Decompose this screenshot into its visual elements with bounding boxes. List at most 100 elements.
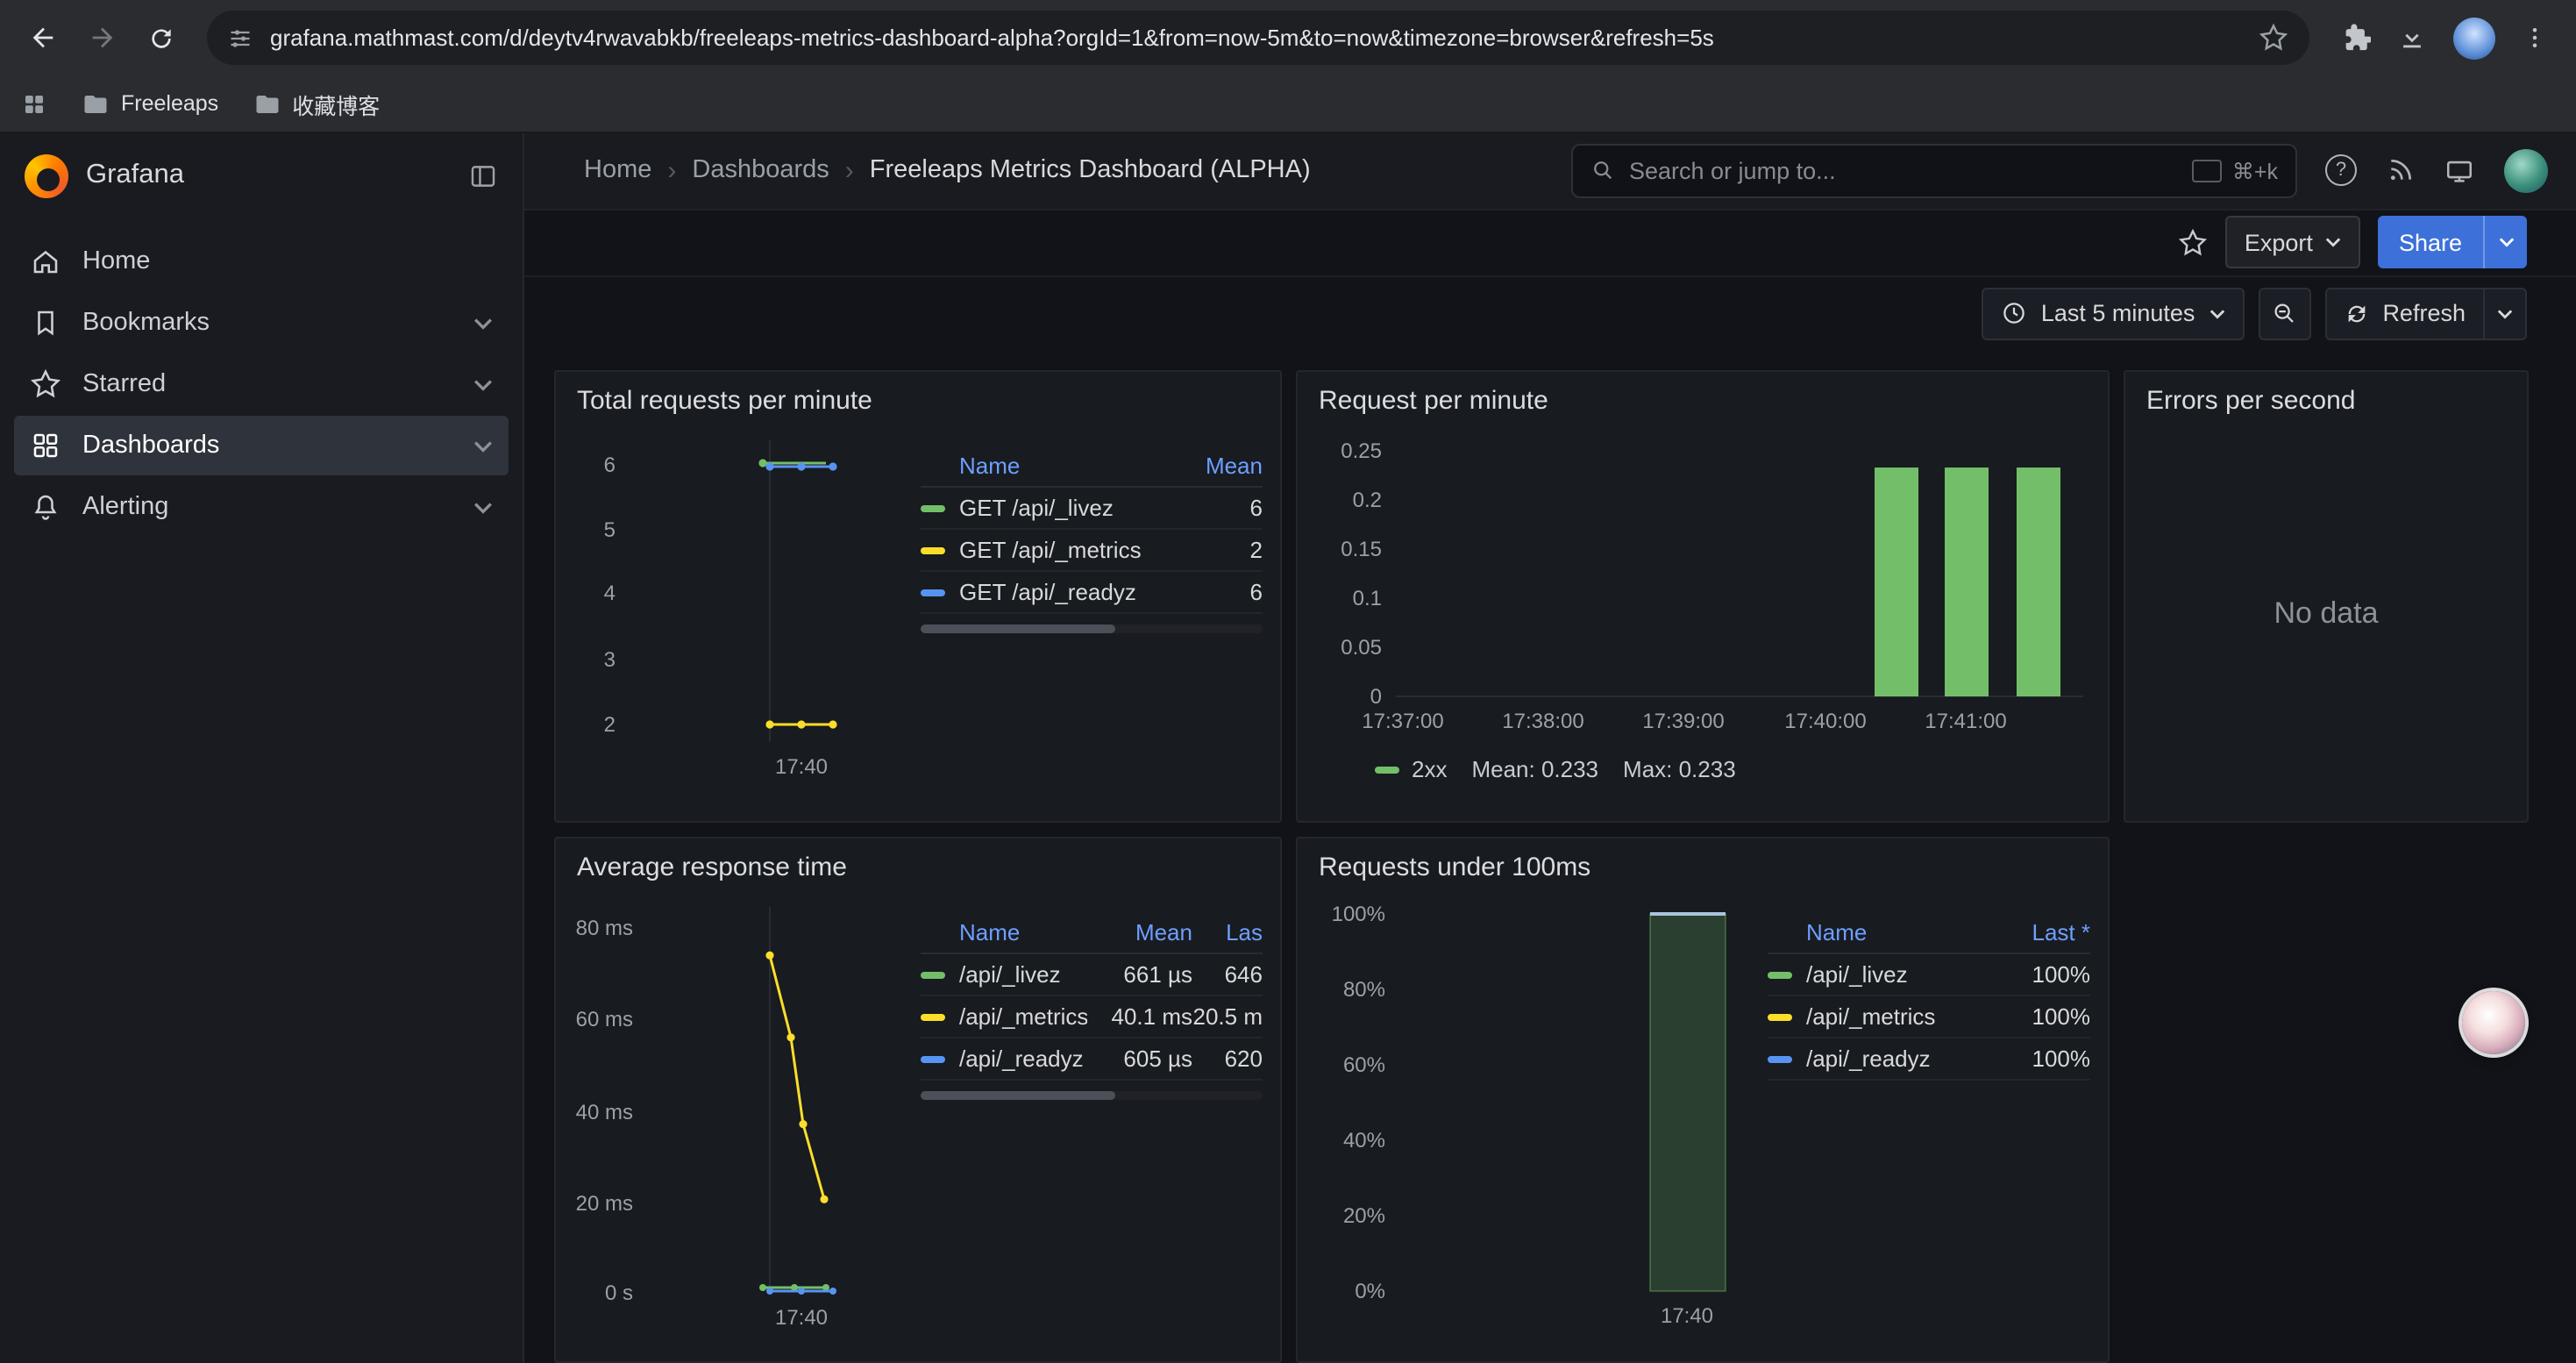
svg-text:0.05: 0.05 — [1341, 636, 1382, 660]
series-name[interactable]: /api/_metrics — [959, 1003, 1087, 1030]
svg-text:0%: 0% — [1355, 1280, 1385, 1303]
back-icon[interactable] — [14, 10, 70, 66]
series-name[interactable]: /api/_metrics — [1806, 1003, 2010, 1030]
user-avatar[interactable] — [2504, 149, 2548, 193]
series-color-dash — [921, 971, 945, 978]
address-bar[interactable]: grafana.mathmast.com/d/deytv4rwavabkb/fr… — [207, 11, 2309, 65]
series-color-dash — [1768, 1055, 1792, 1062]
series-color-dash — [921, 546, 945, 553]
assistant-avatar[interactable] — [2462, 991, 2525, 1054]
series-color-dash — [921, 504, 945, 511]
svg-text:3: 3 — [604, 648, 616, 672]
svg-text:80 ms: 80 ms — [576, 917, 633, 940]
series-name[interactable]: /api/_readyz — [959, 1045, 1087, 1072]
no-data-message: No data — [2143, 416, 2509, 810]
forward-icon[interactable] — [74, 10, 130, 66]
help-icon[interactable]: ? — [2325, 155, 2357, 187]
scrollbar-thumb[interactable] — [921, 1091, 1115, 1100]
series-name[interactable]: /api/_livez — [1806, 961, 2010, 988]
grafana-logo[interactable] — [25, 153, 68, 197]
panel-title[interactable]: Total requests per minute — [577, 386, 1263, 416]
refresh-button[interactable]: Refresh — [2324, 287, 2485, 339]
bell-icon — [30, 491, 61, 523]
chevron-down-icon — [473, 378, 493, 390]
extensions-icon[interactable] — [2341, 23, 2371, 53]
monitor-icon[interactable] — [2444, 156, 2474, 186]
series-mean: 661 µs — [1087, 961, 1192, 988]
svg-text:60%: 60% — [1343, 1053, 1385, 1077]
refresh-interval-caret[interactable] — [2485, 287, 2527, 339]
scrollbar-thumb[interactable] — [921, 624, 1115, 633]
legend-header-last[interactable]: Las — [1192, 918, 1263, 945]
svg-text:40 ms: 40 ms — [576, 1101, 633, 1124]
dashboard-grid: Total requests per minute 6543217:40 Nam… — [524, 349, 2576, 1363]
site-info-icon[interactable] — [228, 25, 253, 50]
legend-header-mean[interactable]: Mean — [1087, 918, 1192, 945]
panel-title[interactable]: Average response time — [577, 853, 1263, 882]
bookmark-item-freeleaps[interactable]: Freeleaps — [82, 90, 218, 117]
brand-name: Grafana — [86, 160, 184, 191]
dock-sidebar-icon[interactable] — [468, 161, 498, 190]
folder-icon — [253, 90, 280, 117]
series-name[interactable]: /api/_readyz — [1806, 1045, 2010, 1072]
series-name[interactable]: /api/_livez — [959, 961, 1087, 988]
legend-header-mean[interactable]: Mean — [1182, 452, 1263, 478]
time-range-picker[interactable]: Last 5 minutes — [1982, 287, 2245, 339]
series-last: 100% — [2010, 961, 2090, 988]
legend-header-name[interactable]: Name — [1768, 918, 2010, 945]
panel-title[interactable]: Requests under 100ms — [1319, 853, 2090, 882]
panel-title[interactable]: Errors per second — [2146, 386, 2509, 416]
series-mean: 605 µs — [1087, 1045, 1192, 1072]
panel-row-2: Average response time 80 ms60 ms40 ms20 … — [554, 837, 2527, 1363]
bookmark-label: Freeleaps — [121, 91, 218, 116]
reload-icon[interactable] — [133, 10, 189, 66]
average-response-chart: 80 ms60 ms40 ms20 ms0 s17:40 — [573, 886, 907, 1328]
browser-menu-icon[interactable] — [2522, 25, 2548, 51]
series-color-dash — [1768, 1013, 1792, 1020]
svg-text:20%: 20% — [1343, 1204, 1385, 1228]
series-name[interactable]: GET /api/_readyz — [959, 579, 1182, 605]
svg-text:17:41:00: 17:41:00 — [1925, 710, 2006, 733]
breadcrumb-dashboards[interactable]: Dashboards — [692, 157, 829, 185]
legend-header-last[interactable]: Last * — [2010, 918, 2090, 945]
apps-grid-icon[interactable] — [21, 90, 47, 117]
caret-down-icon — [2209, 308, 2224, 318]
zoom-out-button[interactable] — [2258, 287, 2310, 339]
series-name[interactable]: GET /api/_metrics — [959, 537, 1182, 563]
browser-profile-avatar[interactable] — [2453, 17, 2495, 59]
series-name[interactable]: GET /api/_livez — [959, 495, 1182, 521]
sidebar-item-bookmarks[interactable]: Bookmarks — [14, 293, 509, 353]
legend-header-name[interactable]: Name — [921, 452, 1182, 478]
share-button[interactable]: Share — [2378, 217, 2483, 269]
zoom-out-icon — [2271, 300, 2297, 326]
search-input[interactable]: Search or jump to... ⌘+k — [1571, 144, 2297, 198]
legend-header-name[interactable]: Name — [921, 918, 1087, 945]
svg-text:17:38:00: 17:38:00 — [1502, 710, 1583, 733]
clock-icon — [2001, 300, 2027, 326]
legend-row: GET /api/_livez 6 — [921, 488, 1263, 530]
panel-title[interactable]: Request per minute — [1319, 386, 2090, 416]
breadcrumb-home[interactable]: Home — [584, 157, 651, 185]
downloads-icon[interactable] — [2397, 23, 2427, 53]
svg-text:0: 0 — [1370, 685, 1382, 709]
news-rss-icon[interactable] — [2387, 157, 2415, 185]
sidebar-item-label: Bookmarks — [82, 309, 210, 337]
series-name[interactable]: 2xx — [1412, 756, 1447, 782]
share-caret-button[interactable] — [2483, 217, 2527, 269]
bookmark-star-icon[interactable] — [2259, 23, 2288, 53]
folder-icon — [82, 90, 109, 117]
sidebar-item-starred[interactable]: Starred — [14, 354, 509, 414]
sidebar-item-alerting[interactable]: Alerting — [14, 477, 509, 537]
favorite-star-icon[interactable] — [2178, 228, 2208, 258]
svg-text:17:37:00: 17:37:00 — [1362, 710, 1443, 733]
svg-text:100%: 100% — [1332, 903, 1385, 926]
export-button[interactable]: Export — [2225, 217, 2360, 269]
sidebar-item-dashboards[interactable]: Dashboards — [14, 416, 509, 475]
sidebar-item-label: Dashboards — [82, 432, 219, 460]
series-max-stat: Max: 0.233 — [1623, 756, 1736, 782]
url-text: grafana.mathmast.com/d/deytv4rwavabkb/fr… — [270, 25, 2241, 51]
bookmark-item-blogs[interactable]: 收藏博客 — [253, 87, 380, 120]
dashboards-icon — [30, 430, 61, 461]
screen: grafana.mathmast.com/d/deytv4rwavabkb/fr… — [0, 0, 2576, 1363]
sidebar-item-home[interactable]: Home — [14, 232, 509, 291]
